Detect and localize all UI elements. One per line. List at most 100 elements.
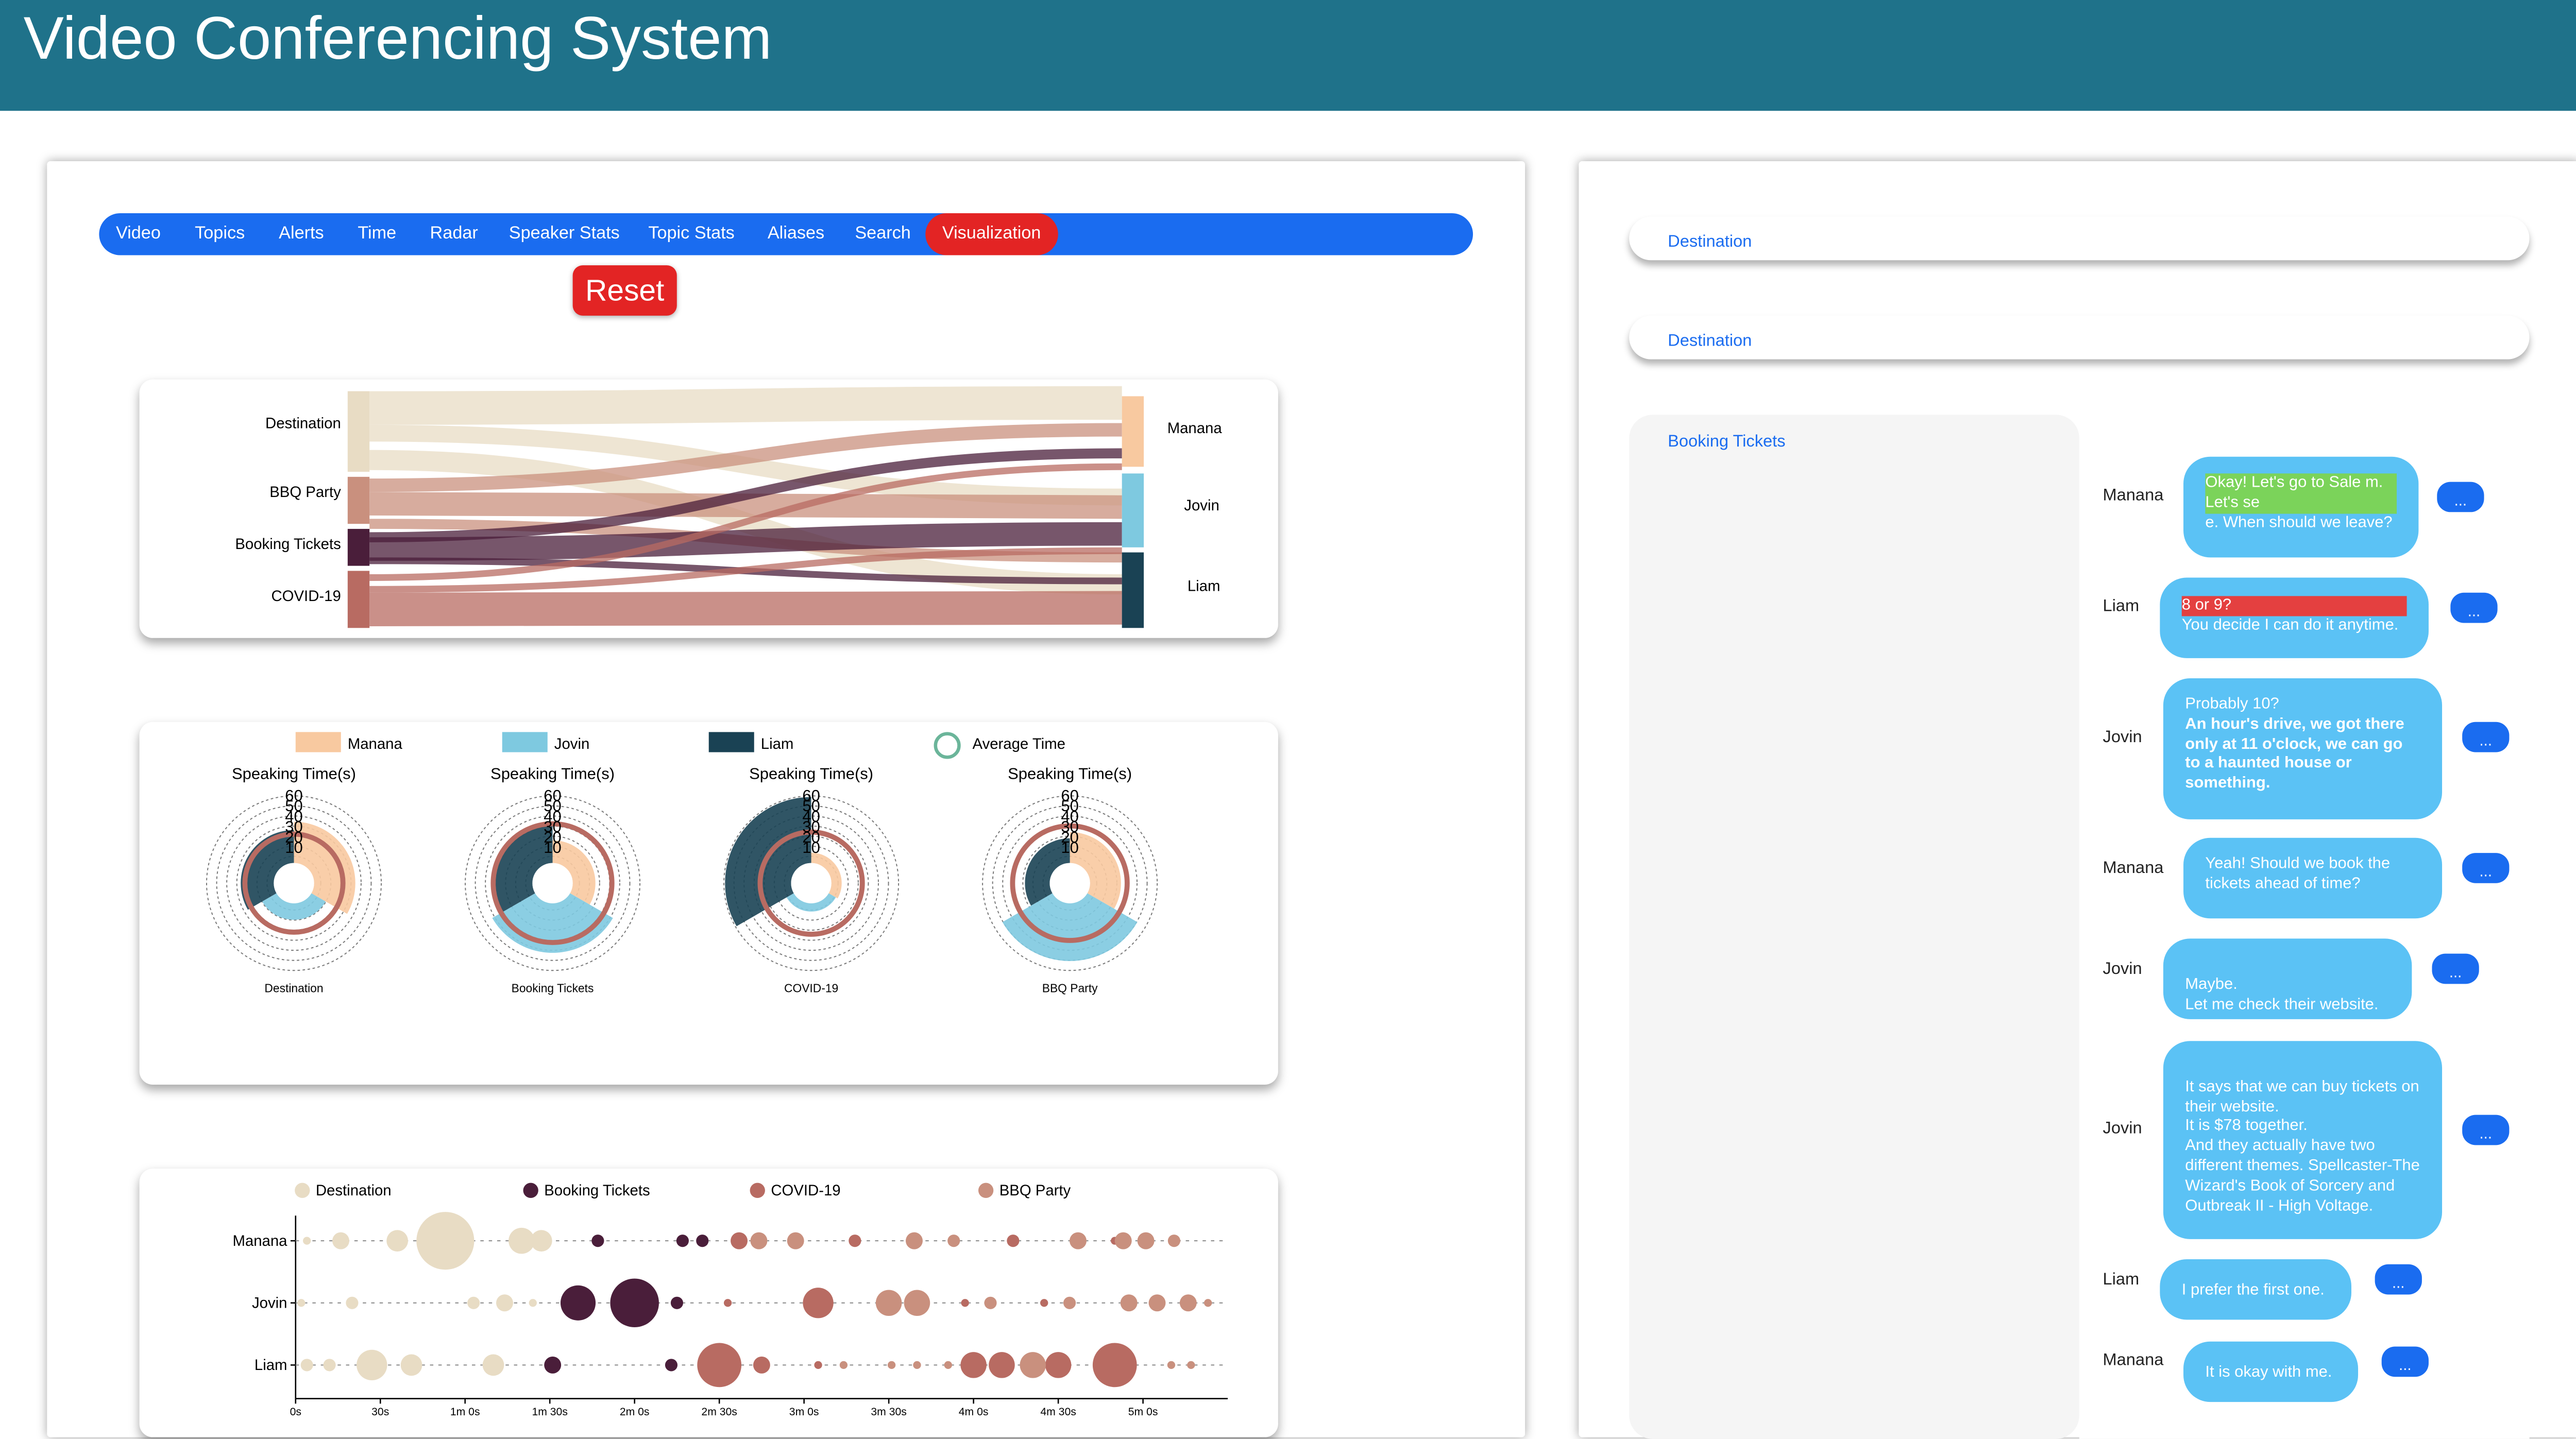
bubble-booking-tickets[interactable] bbox=[560, 1285, 596, 1321]
more-button[interactable]: ... bbox=[2432, 953, 2479, 984]
bubble-bbq-party[interactable] bbox=[1179, 1294, 1197, 1312]
bubble-bbq-party[interactable] bbox=[1114, 1232, 1132, 1249]
bubble-destination[interactable] bbox=[300, 1359, 313, 1372]
bubble-destination[interactable] bbox=[357, 1349, 387, 1381]
bubble-bbq-party[interactable] bbox=[906, 1232, 923, 1249]
more-button[interactable]: ... bbox=[2462, 722, 2510, 752]
bubble-destination[interactable] bbox=[346, 1296, 359, 1309]
bubble-bbq-party[interactable] bbox=[1070, 1232, 1087, 1249]
chat-bubble[interactable]: Okay! Let's go to Sale m. Let's se e. Wh… bbox=[2183, 456, 2419, 558]
bubble-bbq-party[interactable] bbox=[1063, 1296, 1076, 1309]
chat-bubble[interactable]: 8 or 9? You decide I can do it anytime. bbox=[2160, 577, 2429, 658]
more-button[interactable]: ... bbox=[2437, 482, 2484, 512]
bubble-covid-19[interactable] bbox=[697, 1343, 742, 1387]
chat-bubble[interactable]: Maybe. Let me check their website. bbox=[2163, 938, 2412, 1019]
bubble-bbq-party[interactable] bbox=[947, 1235, 960, 1247]
bubble-bbq-party[interactable] bbox=[1204, 1299, 1212, 1307]
bubble-covid-19[interactable] bbox=[960, 1352, 987, 1378]
more-button[interactable]: ... bbox=[2450, 592, 2498, 623]
more-button[interactable]: ... bbox=[2462, 853, 2510, 883]
bubble-destination[interactable] bbox=[386, 1230, 409, 1252]
bubble-bbq-party[interactable] bbox=[913, 1361, 921, 1369]
bubble-bbq-party[interactable] bbox=[750, 1232, 768, 1249]
bubble-bbq-party[interactable] bbox=[984, 1296, 997, 1309]
bubble-bbq-party[interactable] bbox=[1167, 1361, 1176, 1369]
tab-video[interactable]: Video bbox=[116, 213, 161, 255]
bubble-bbq-party[interactable] bbox=[839, 1361, 848, 1369]
node-bbq-party[interactable] bbox=[347, 476, 370, 524]
bubble-bbq-party[interactable] bbox=[1167, 1235, 1180, 1247]
bubble-covid-19[interactable] bbox=[1040, 1299, 1048, 1307]
more-button[interactable]: ... bbox=[2462, 1115, 2510, 1145]
bubble-destination[interactable] bbox=[400, 1354, 422, 1376]
bubble-covid-19[interactable] bbox=[1007, 1235, 1020, 1247]
bubble-booking-tickets[interactable] bbox=[670, 1296, 683, 1309]
chat-bubble[interactable]: It is okay with me. bbox=[2183, 1341, 2359, 1402]
bubble-bbq-party[interactable] bbox=[1120, 1294, 1138, 1312]
tab-visualization[interactable]: Visualization bbox=[925, 213, 1058, 255]
bubble-booking-tickets[interactable] bbox=[591, 1235, 604, 1247]
radial-topic-label: Destination bbox=[264, 982, 323, 995]
bubble-destination[interactable] bbox=[416, 1212, 474, 1270]
node-destination[interactable] bbox=[347, 391, 370, 472]
bubble-bbq-party[interactable] bbox=[887, 1361, 896, 1369]
bubble-covid-19[interactable] bbox=[989, 1352, 1015, 1378]
reset-button[interactable]: Reset bbox=[572, 265, 677, 316]
speaker-name: Jovin bbox=[2103, 960, 2142, 979]
bubble-destination[interactable] bbox=[530, 1230, 552, 1252]
bubble-destination[interactable] bbox=[303, 1237, 311, 1245]
bubble-bbq-party[interactable] bbox=[1187, 1361, 1195, 1369]
node-booking-tickets[interactable] bbox=[347, 528, 370, 566]
bubble-covid-19[interactable] bbox=[961, 1299, 969, 1307]
bubble-destination[interactable] bbox=[529, 1299, 537, 1307]
topic-card-destination-1[interactable]: Destination bbox=[1629, 216, 2530, 261]
tab-search[interactable]: Search bbox=[855, 213, 910, 255]
bubble-bbq-party[interactable] bbox=[1020, 1352, 1046, 1378]
bubble-destination[interactable] bbox=[332, 1232, 349, 1249]
tab-topic-stats[interactable]: Topic Stats bbox=[648, 213, 734, 255]
bubble-destination[interactable] bbox=[482, 1354, 504, 1376]
bubble-bbq-party[interactable] bbox=[787, 1232, 804, 1249]
bubble-destination[interactable] bbox=[323, 1359, 336, 1372]
topic-card-destination-2[interactable]: Destination bbox=[1629, 315, 2530, 359]
bubble-destination[interactable] bbox=[496, 1294, 513, 1312]
tab-radar[interactable]: Radar bbox=[430, 213, 478, 255]
bubble-bbq-party[interactable] bbox=[944, 1361, 952, 1369]
tab-time[interactable]: Time bbox=[358, 213, 396, 255]
bubble-booking-tickets[interactable] bbox=[696, 1235, 709, 1247]
bubble-covid-19[interactable] bbox=[803, 1288, 834, 1318]
node-liam[interactable] bbox=[1122, 552, 1144, 628]
bubble-covid-19[interactable] bbox=[723, 1299, 732, 1307]
tab-alerts[interactable]: Alerts bbox=[279, 213, 324, 255]
bubble-bbq-party[interactable] bbox=[904, 1290, 930, 1316]
radial-bar-jovin[interactable] bbox=[1002, 893, 1138, 962]
bubble-bbq-party[interactable] bbox=[1137, 1232, 1155, 1249]
bubble-booking-tickets[interactable] bbox=[665, 1359, 678, 1372]
tab-speaker-stats[interactable]: Speaker Stats bbox=[509, 213, 620, 255]
bubble-covid-19[interactable] bbox=[849, 1235, 861, 1247]
node-manana[interactable] bbox=[1122, 396, 1144, 467]
more-button[interactable]: ... bbox=[2375, 1264, 2422, 1295]
bubble-covid-19[interactable] bbox=[1092, 1343, 1137, 1387]
node-jovin[interactable] bbox=[1122, 473, 1144, 547]
bubble-bbq-party[interactable] bbox=[875, 1290, 902, 1316]
tab-aliases[interactable]: Aliases bbox=[768, 213, 824, 255]
chat-bubble[interactable]: Probably 10? An hour's drive, we got the… bbox=[2163, 678, 2443, 819]
chat-bubble[interactable]: I prefer the first one. bbox=[2160, 1259, 2351, 1320]
bubble-covid-19[interactable] bbox=[731, 1232, 748, 1249]
chat-bubble[interactable]: Yeah! Should we book the tickets ahead o… bbox=[2183, 837, 2443, 919]
bubble-covid-19[interactable] bbox=[1045, 1352, 1072, 1378]
chat-bubble[interactable]: It says that we can buy tickets on their… bbox=[2163, 1041, 2443, 1239]
bubble-covid-19[interactable] bbox=[753, 1356, 770, 1374]
tab-topics[interactable]: Topics bbox=[195, 213, 245, 255]
more-button[interactable]: ... bbox=[2381, 1346, 2429, 1377]
bubble-booking-tickets[interactable] bbox=[544, 1356, 562, 1374]
bubble-destination[interactable] bbox=[467, 1296, 480, 1309]
bubble-destination[interactable] bbox=[297, 1299, 306, 1307]
bubble-booking-tickets[interactable] bbox=[676, 1235, 689, 1247]
bubble-covid-19[interactable] bbox=[814, 1361, 822, 1369]
bubble-booking-tickets[interactable] bbox=[610, 1278, 659, 1328]
topic-card-booking-tickets[interactable]: Booking Tickets bbox=[1629, 415, 2079, 1439]
bubble-bbq-party[interactable] bbox=[1148, 1294, 1166, 1312]
node-covid-19[interactable] bbox=[347, 571, 370, 628]
